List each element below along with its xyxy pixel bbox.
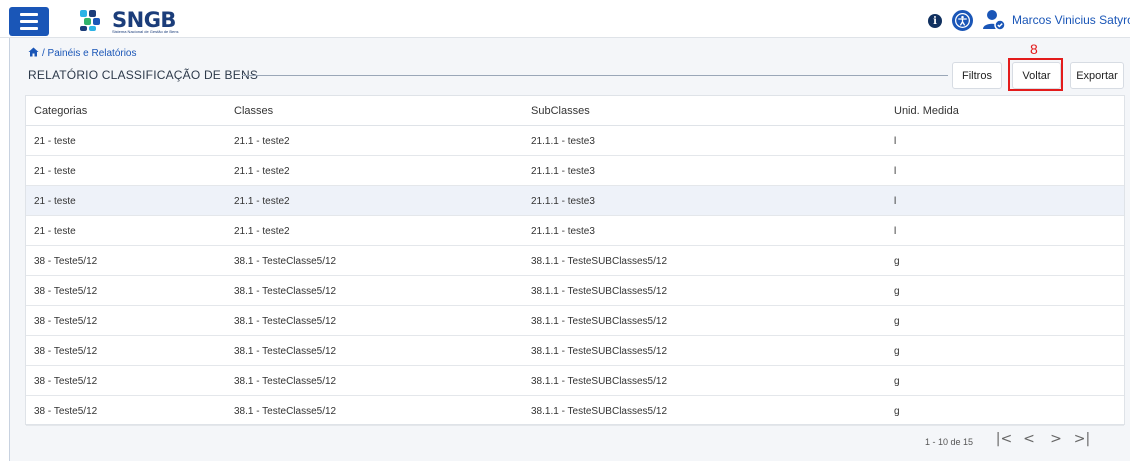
- cell-classe: 38.1 - TesteClasse5/12: [234, 346, 337, 357]
- cell-unid-medida: g: [894, 376, 900, 387]
- table-row[interactable]: 38 - Teste5/12 38.1 - TesteClasse5/12 38.1…: [26, 366, 1124, 396]
- last-page-icon[interactable]: >|: [1073, 431, 1091, 447]
- cell-categoria: 21 - teste: [34, 166, 76, 177]
- logo-text: SNGB: [112, 7, 176, 32]
- cell-categoria: 21 - teste: [34, 196, 76, 207]
- cell-unid-medida: g: [894, 286, 900, 297]
- main-content: / Painéis e Relatórios RELATÓRIO CLASSIF…: [9, 38, 1130, 461]
- cell-classe: 21.1 - teste2: [234, 136, 290, 147]
- sngb-logo[interactable]: SNGB Sistema Nacional de Gestão de Bens: [80, 7, 179, 34]
- table-row[interactable]: 21 - teste 21.1 - teste2 21.1.1 - teste3 l: [26, 156, 1124, 186]
- cell-unid-medida: g: [894, 406, 900, 417]
- cell-subclasse: 21.1.1 - teste3: [531, 166, 595, 177]
- cell-subclasse: 38.1.1 - TesteSUBClasses5/12: [531, 286, 668, 297]
- cell-unid-medida: l: [894, 136, 897, 147]
- table-row[interactable]: 38 - Teste5/12 38.1 - TesteClasse5/12 38.1…: [26, 306, 1124, 336]
- cell-categoria: 38 - Teste5/12: [34, 286, 98, 297]
- menu-line: [20, 27, 38, 30]
- user-avatar-icon[interactable]: [982, 9, 1006, 31]
- table-row[interactable]: 38 - Teste5/12 38.1 - TesteClasse5/12 38.1…: [26, 336, 1124, 366]
- column-header-categorias[interactable]: Categorias: [34, 105, 87, 117]
- breadcrumb: / Painéis e Relatórios: [28, 47, 137, 60]
- cell-unid-medida: l: [894, 166, 897, 177]
- page-title: RELATÓRIO CLASSIFICAÇÃO DE BENS: [28, 68, 259, 82]
- filters-button[interactable]: Filtros: [952, 62, 1002, 89]
- cell-subclasse: 21.1.1 - teste3: [531, 226, 595, 237]
- logo-subtitle: Sistema Nacional de Gestão de Bens: [112, 29, 179, 34]
- cell-categoria: 21 - teste: [34, 226, 76, 237]
- accessibility-icon[interactable]: [952, 10, 973, 31]
- menu-line: [20, 13, 38, 16]
- user-name[interactable]: Marcos Vinicius Satyro C...: [1012, 13, 1130, 27]
- cell-categoria: 38 - Teste5/12: [34, 376, 98, 387]
- report-table: Categorias Classes SubClasses Unid. Medi…: [25, 95, 1125, 426]
- cell-subclasse: 38.1.1 - TesteSUBClasses5/12: [531, 376, 668, 387]
- cell-categoria: 38 - Teste5/12: [34, 256, 98, 267]
- cell-unid-medida: g: [894, 256, 900, 267]
- info-icon[interactable]: i: [928, 14, 942, 28]
- first-page-icon[interactable]: |<: [995, 431, 1013, 447]
- table-row[interactable]: 38 - Teste5/12 38.1 - TesteClasse5/12 38.1…: [26, 396, 1124, 426]
- cell-classe: 38.1 - TesteClasse5/12: [234, 316, 337, 327]
- cell-subclasse: 21.1.1 - teste3: [531, 196, 595, 207]
- next-page-icon[interactable]: >: [1047, 431, 1065, 447]
- cell-categoria: 38 - Teste5/12: [34, 406, 98, 417]
- cell-classe: 21.1 - teste2: [234, 226, 290, 237]
- table-row[interactable]: 38 - Teste5/12 38.1 - TesteClasse5/12 38.1…: [26, 276, 1124, 306]
- pagination-info: 1 - 10 de 15: [925, 437, 974, 447]
- menu-line: [20, 20, 38, 23]
- previous-page-icon[interactable]: <: [1020, 431, 1038, 447]
- annotation-number: 8: [1030, 41, 1038, 57]
- back-button[interactable]: Voltar: [1012, 62, 1061, 89]
- cell-classe: 38.1 - TesteClasse5/12: [234, 376, 337, 387]
- cell-categoria: 38 - Teste5/12: [34, 346, 98, 357]
- table-row[interactable]: 21 - teste 21.1 - teste2 21.1.1 - teste3 l: [26, 186, 1124, 216]
- cell-unid-medida: g: [894, 346, 900, 357]
- cell-classe: 21.1 - teste2: [234, 196, 290, 207]
- cell-classe: 38.1 - TesteClasse5/12: [234, 406, 337, 417]
- cell-classe: 38.1 - TesteClasse5/12: [234, 286, 337, 297]
- hamburger-menu-button[interactable]: [9, 7, 49, 36]
- cell-subclasse: 38.1.1 - TesteSUBClasses5/12: [531, 256, 668, 267]
- cell-subclasse: 38.1.1 - TesteSUBClasses5/12: [531, 346, 668, 357]
- table-row[interactable]: 21 - teste 21.1 - teste2 21.1.1 - teste3 l: [26, 126, 1124, 156]
- cell-unid-medida: l: [894, 226, 897, 237]
- table-row[interactable]: 21 - teste 21.1 - teste2 21.1.1 - teste3 l: [26, 216, 1124, 246]
- cell-subclasse: 21.1.1 - teste3: [531, 136, 595, 147]
- breadcrumb-link[interactable]: / Painéis e Relatórios: [42, 48, 137, 59]
- cell-unid-medida: l: [894, 196, 897, 207]
- table-header: Categorias Classes SubClasses Unid. Medi…: [26, 96, 1124, 126]
- column-header-classes[interactable]: Classes: [234, 105, 273, 117]
- cell-unid-medida: g: [894, 316, 900, 327]
- table-row[interactable]: 38 - Teste5/12 38.1 - TesteClasse5/12 38.1…: [26, 246, 1124, 276]
- sngb-logo-mark-icon: [80, 8, 108, 32]
- cell-subclasse: 38.1.1 - TesteSUBClasses5/12: [531, 316, 668, 327]
- home-icon[interactable]: [28, 47, 39, 60]
- top-bar: SNGB Sistema Nacional de Gestão de Bens …: [0, 0, 1130, 38]
- column-header-unid-medida[interactable]: Unid. Medida: [894, 105, 959, 117]
- column-header-subclasses[interactable]: SubClasses: [531, 105, 590, 117]
- cell-subclasse: 38.1.1 - TesteSUBClasses5/12: [531, 406, 668, 417]
- cell-classe: 38.1 - TesteClasse5/12: [234, 256, 337, 267]
- cell-categoria: 21 - teste: [34, 136, 76, 147]
- cell-categoria: 38 - Teste5/12: [34, 316, 98, 327]
- title-divider: [242, 75, 948, 76]
- export-button[interactable]: Exportar: [1070, 62, 1124, 89]
- cell-classe: 21.1 - teste2: [234, 166, 290, 177]
